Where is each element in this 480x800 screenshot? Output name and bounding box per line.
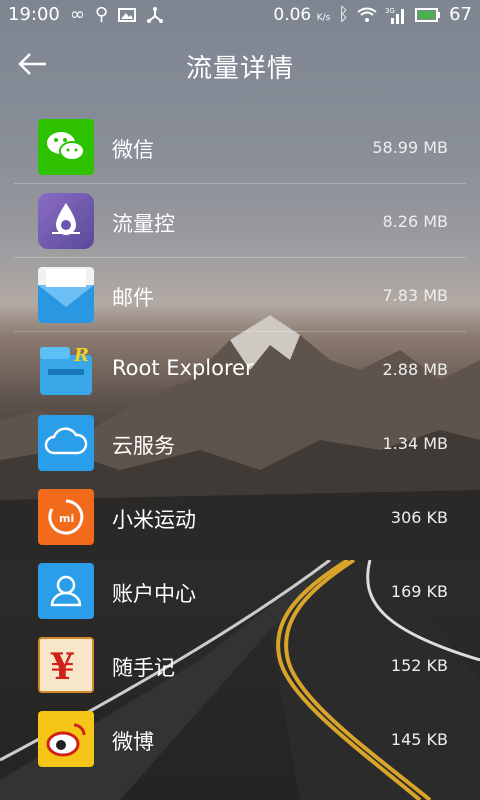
app-data-usage: 7.83 MB [382,286,449,305]
svg-text:3G: 3G [385,7,395,15]
app-name: 小米运动 [112,508,196,532]
app-name: 微信 [112,138,154,162]
app-row-wechat[interactable]: 微信 58.99 MB [0,110,480,184]
account-center-icon [38,563,94,619]
top-bar: 流量详情 [0,32,480,102]
clock: 19:00 [8,4,60,25]
app-data-usage: 152 KB [390,656,448,675]
app-data-usage: 306 KB [390,508,448,527]
battery-icon [415,7,441,22]
root-explorer-icon: R [38,341,94,397]
app-row-mail[interactable]: 邮件 7.83 MB [0,258,480,332]
app-row-weibo[interactable]: 微博 145 KB [0,702,480,776]
wechat-icon [38,119,94,175]
app-data-usage: 145 KB [390,730,448,749]
svg-text:¥: ¥ [50,646,75,688]
app-name: 微博 [112,730,154,754]
infinity-icon: ∞ [69,4,85,25]
app-row-traffic-control[interactable]: 流量控 8.26 MB [0,184,480,258]
svg-text:mi: mi [59,512,74,525]
app-name: 随手记 [112,656,175,680]
cloud-service-icon [38,415,94,471]
app-row-suishouji[interactable]: ¥ 随手记 152 KB [0,628,480,702]
app-traffic-list: 微信 58.99 MB 流量控 8.26 MB 邮件 7.83 MB R Roo… [0,110,480,776]
usb-icon: ⚲ [94,4,109,25]
suishouji-icon: ¥ [38,637,94,693]
signal-icon: 3G [385,7,405,24]
status-bar: 19:00 ∞ ⚲ 0.06 K/s ᛒ 3G 67 [0,0,480,32]
app-data-usage: 58.99 MB [372,138,448,157]
app-row-cloud-service[interactable]: 云服务 1.34 MB [0,406,480,480]
page-title: 流量详情 [185,54,294,84]
app-data-usage: 2.88 MB [382,360,449,379]
app-name: Root Explorer [112,356,254,380]
app-name: 邮件 [112,286,154,310]
svg-text:R: R [73,345,89,366]
app-data-usage: 8.26 MB [382,212,449,231]
image-icon [118,7,137,22]
bluetooth-icon: ᛒ [338,4,350,25]
mail-icon [38,267,94,323]
app-name: 云服务 [112,434,175,458]
app-name: 账户中心 [112,582,196,606]
weibo-icon [38,711,94,767]
app-row-mi-fit[interactable]: mi 小米运动 306 KB [0,480,480,554]
app-name: 流量控 [112,212,175,236]
share-icon [147,6,164,23]
app-data-usage: 169 KB [390,582,448,601]
app-row-root-explorer[interactable]: R Root Explorer 2.88 MB [0,332,480,406]
wifi-icon [357,7,377,22]
app-data-usage: 1.34 MB [382,434,449,453]
mi-fit-icon: mi [38,489,94,545]
battery-level: 67 [449,4,472,25]
traffic-control-icon [38,193,94,249]
app-row-account-center[interactable]: 账户中心 169 KB [0,554,480,628]
data-rate: 0.06 K/s [273,4,331,25]
